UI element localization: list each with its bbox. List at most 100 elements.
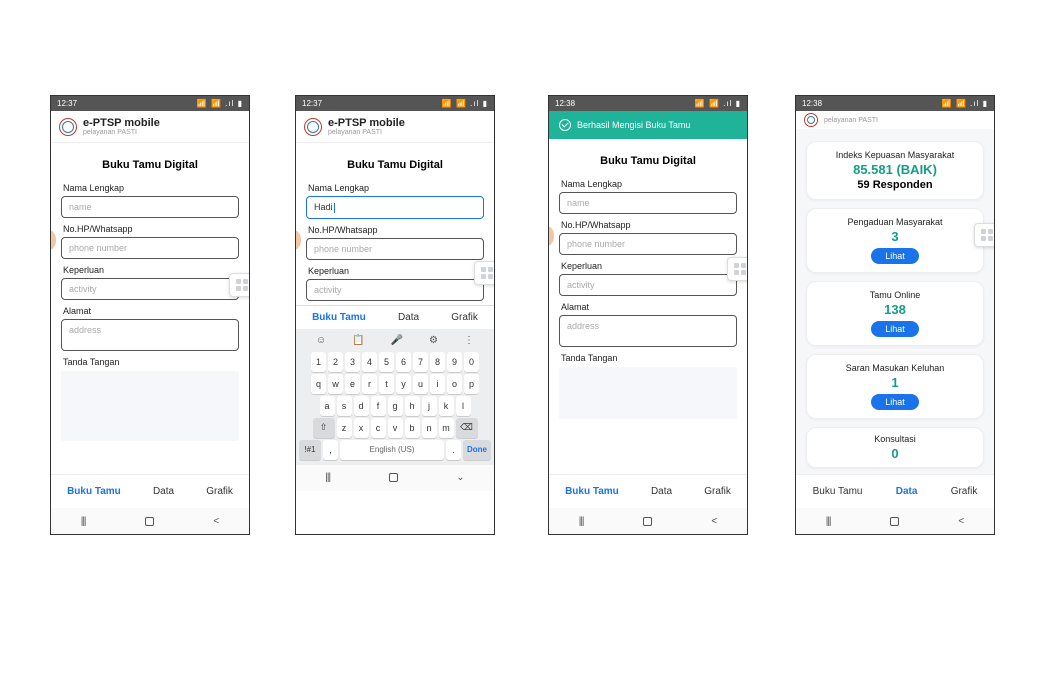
nav-recent-icon[interactable]: |||: [826, 516, 831, 527]
kb-key[interactable]: g: [388, 396, 403, 416]
floating-widget-icon[interactable]: [474, 261, 494, 285]
kb-key[interactable]: u: [413, 374, 428, 394]
nav-recent-icon[interactable]: |||: [325, 472, 330, 483]
kb-key[interactable]: j: [422, 396, 437, 416]
kb-backspace-key[interactable]: ⌫: [456, 418, 478, 438]
kb-key[interactable]: c: [371, 418, 386, 438]
kb-key[interactable]: k: [439, 396, 454, 416]
name-input[interactable]: Hadi: [306, 196, 484, 219]
status-time: 12:38: [802, 99, 822, 108]
kb-key[interactable]: d: [354, 396, 369, 416]
tab-buku-tamu[interactable]: Buku Tamu: [67, 486, 121, 497]
kb-key[interactable]: v: [388, 418, 403, 438]
kb-key[interactable]: z: [337, 418, 352, 438]
suggestion-item[interactable]: Data: [398, 312, 419, 323]
kb-key[interactable]: r: [362, 374, 377, 394]
kb-more-icon[interactable]: ⋮: [464, 335, 474, 346]
kb-key[interactable]: o: [447, 374, 462, 394]
lihat-button[interactable]: Lihat: [871, 394, 919, 410]
kb-key[interactable]: q: [311, 374, 326, 394]
kb-key[interactable]: 5: [379, 352, 394, 372]
kb-comma-key[interactable]: ,: [323, 440, 338, 460]
need-input[interactable]: activity: [61, 278, 239, 300]
tab-data[interactable]: Data: [651, 486, 672, 497]
need-input[interactable]: activity: [559, 274, 737, 296]
need-input[interactable]: activity: [306, 279, 484, 301]
kb-key[interactable]: 9: [447, 352, 462, 372]
kb-key[interactable]: 2: [328, 352, 343, 372]
kb-key[interactable]: f: [371, 396, 386, 416]
phone-input[interactable]: phone number: [306, 238, 484, 260]
kb-emoji-icon[interactable]: ☺: [316, 335, 326, 346]
nav-recent-icon[interactable]: |||: [81, 516, 86, 527]
kb-key[interactable]: p: [464, 374, 479, 394]
signature-pad[interactable]: [559, 367, 737, 419]
tab-data[interactable]: Data: [153, 486, 174, 497]
tab-data[interactable]: Data: [896, 486, 918, 497]
kb-key[interactable]: n: [422, 418, 437, 438]
kb-key[interactable]: l: [456, 396, 471, 416]
name-label: Nama Lengkap: [308, 183, 482, 193]
lihat-button[interactable]: Lihat: [871, 248, 919, 264]
kb-key[interactable]: a: [320, 396, 335, 416]
dashboard-content[interactable]: Indeks Kepuasan Masyarakat 85.581 (BAIK)…: [796, 129, 994, 474]
tab-grafik[interactable]: Grafik: [951, 486, 978, 497]
kb-key[interactable]: 6: [396, 352, 411, 372]
tab-buku-tamu[interactable]: Buku Tamu: [565, 486, 619, 497]
phone-input[interactable]: phone number: [61, 237, 239, 259]
phone-input[interactable]: phone number: [559, 233, 737, 255]
kb-key[interactable]: h: [405, 396, 420, 416]
name-input[interactable]: name: [61, 196, 239, 218]
kb-key[interactable]: 3: [345, 352, 360, 372]
nav-home-icon[interactable]: [145, 517, 154, 526]
suggestion-item[interactable]: Buku Tamu: [312, 312, 366, 323]
kb-key[interactable]: m: [439, 418, 454, 438]
lihat-button[interactable]: Lihat: [871, 321, 919, 337]
tab-grafik[interactable]: Grafik: [206, 486, 233, 497]
nav-home-icon[interactable]: [389, 473, 398, 482]
kb-shift-key[interactable]: ⇧: [313, 418, 335, 438]
nav-recent-icon[interactable]: |||: [579, 516, 584, 527]
edge-handle-icon[interactable]: [51, 229, 56, 251]
kb-key[interactable]: y: [396, 374, 411, 394]
nav-back-icon[interactable]: <: [213, 516, 219, 527]
kb-key[interactable]: s: [337, 396, 352, 416]
addr-input[interactable]: address: [61, 319, 239, 351]
kb-key[interactable]: 1: [311, 352, 326, 372]
addr-input[interactable]: address: [559, 315, 737, 347]
signature-pad[interactable]: [61, 371, 239, 441]
kb-mic-icon[interactable]: 🎤: [391, 335, 403, 346]
name-input[interactable]: name: [559, 192, 737, 214]
nav-home-icon[interactable]: [643, 517, 652, 526]
kb-space-key[interactable]: English (US): [340, 440, 444, 460]
edge-handle-icon[interactable]: [296, 229, 301, 251]
nav-home-icon[interactable]: [890, 517, 899, 526]
kb-key[interactable]: 7: [413, 352, 428, 372]
floating-widget-icon[interactable]: [727, 257, 747, 281]
suggestion-item[interactable]: Grafik: [451, 312, 478, 323]
kb-settings-icon[interactable]: ⚙: [429, 335, 438, 346]
android-nav-bar: ||| <: [51, 508, 249, 534]
nav-back-icon[interactable]: ⌄: [456, 472, 464, 483]
kb-clipboard-icon[interactable]: 📋: [352, 335, 364, 346]
kb-key[interactable]: e: [345, 374, 360, 394]
form-content: Buku Tamu Digital Nama Lengkap name No.H…: [51, 143, 249, 474]
floating-widget-icon[interactable]: [974, 223, 994, 247]
edge-handle-icon[interactable]: [549, 225, 554, 247]
kb-key[interactable]: x: [354, 418, 369, 438]
kb-dot-key[interactable]: .: [446, 440, 461, 460]
kb-symbols-key[interactable]: !#1: [299, 440, 321, 460]
kb-done-key[interactable]: Done: [463, 440, 491, 460]
kb-key[interactable]: 4: [362, 352, 377, 372]
kb-key[interactable]: 8: [430, 352, 445, 372]
kb-key[interactable]: i: [430, 374, 445, 394]
kb-key[interactable]: b: [405, 418, 420, 438]
nav-back-icon[interactable]: <: [958, 516, 964, 527]
kb-key[interactable]: w: [328, 374, 343, 394]
kb-key[interactable]: t: [379, 374, 394, 394]
floating-widget-icon[interactable]: [229, 273, 249, 297]
tab-grafik[interactable]: Grafik: [704, 486, 731, 497]
kb-key[interactable]: 0: [464, 352, 479, 372]
nav-back-icon[interactable]: <: [711, 516, 717, 527]
tab-buku-tamu[interactable]: Buku Tamu: [813, 486, 863, 497]
